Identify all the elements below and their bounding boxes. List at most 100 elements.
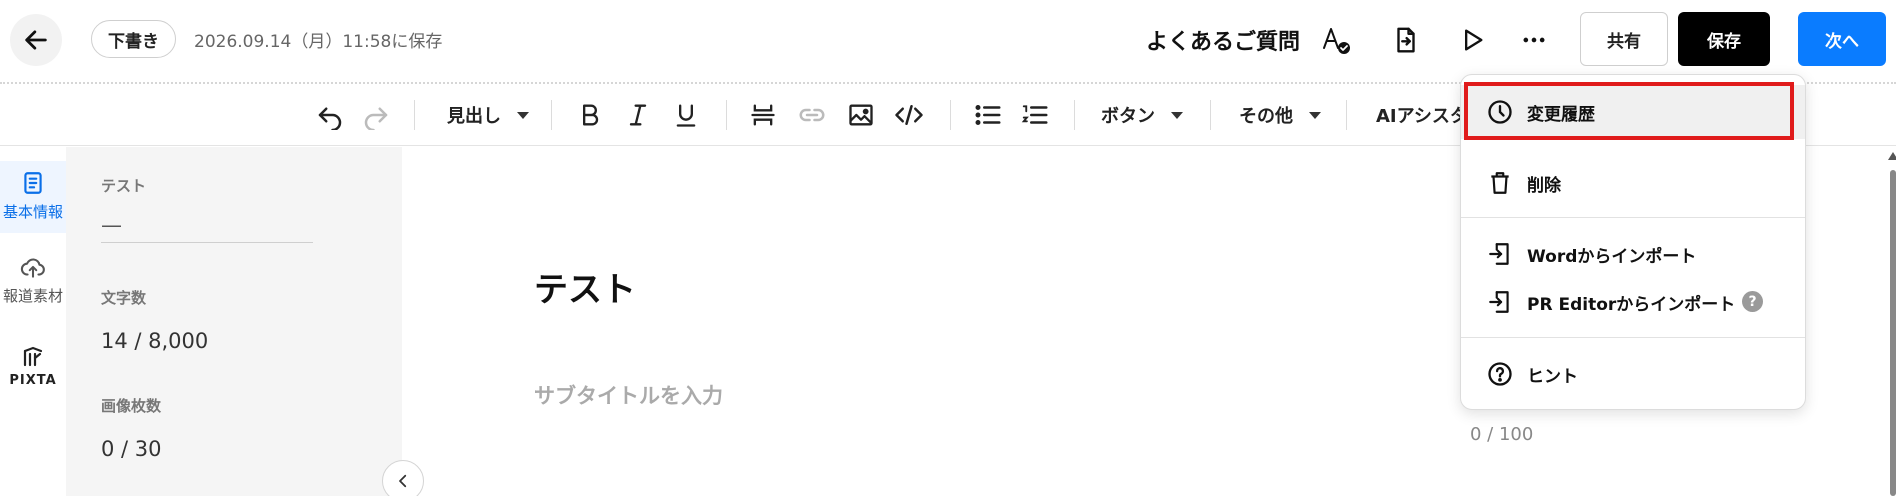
spellcheck-icon xyxy=(1319,23,1353,57)
image-count-label: 画像枚数 xyxy=(101,397,162,415)
char-count-label: 文字数 xyxy=(101,289,147,307)
toolbar-separator xyxy=(950,100,951,130)
ai-assistant-label: AIアシスタ xyxy=(1376,106,1460,127)
subtitle-char-counter: 0 / 100 xyxy=(1470,424,1534,445)
page-title: よくあるご質問 xyxy=(1146,30,1301,55)
document-title[interactable]: テスト xyxy=(534,262,636,311)
menu-item-label: Wordからインポート xyxy=(1527,246,1697,267)
help-circle-icon xyxy=(1485,359,1515,389)
back-arrow-icon xyxy=(22,26,50,54)
numbered-list-icon xyxy=(1020,100,1050,130)
toolbar-separator xyxy=(1210,100,1211,130)
scroll-up-arrow[interactable] xyxy=(1888,152,1896,160)
toolbar-separator xyxy=(414,100,415,130)
menu-item-label: PR Editorからインポート xyxy=(1527,294,1736,315)
rail-label: 報道素材 xyxy=(2,287,63,305)
redo-icon xyxy=(361,100,391,130)
code-icon xyxy=(893,100,925,130)
other-dropdown[interactable]: その他 xyxy=(1238,94,1322,136)
collapse-panel-button[interactable] xyxy=(382,460,424,496)
rail-item-pixta[interactable]: PIXTA xyxy=(0,335,66,407)
save-button[interactable]: 保存 xyxy=(1678,12,1770,66)
menu-item-import-word[interactable]: Wordからインポート xyxy=(1461,227,1805,281)
spellcheck-button[interactable] xyxy=(1314,18,1358,62)
chevron-down-icon xyxy=(1171,111,1183,119)
preview-button[interactable] xyxy=(1450,18,1494,62)
back-button[interactable] xyxy=(10,14,62,66)
code-button[interactable] xyxy=(889,94,929,136)
button-insert-dropdown[interactable]: ボタン xyxy=(1100,94,1184,136)
next-button[interactable]: 次へ xyxy=(1798,12,1886,66)
heading-dropdown-label: 見出し xyxy=(447,106,501,127)
rail-item-press-materials[interactable]: 報道素材 xyxy=(0,247,66,319)
link-icon xyxy=(797,100,827,130)
toolbar-separator xyxy=(1346,100,1347,130)
test-label: テスト xyxy=(101,177,147,195)
test-value: — xyxy=(101,213,122,237)
underline-button[interactable] xyxy=(666,94,706,136)
bold-button[interactable] xyxy=(570,94,610,136)
ai-assistant-button[interactable]: AIアシスタ xyxy=(1376,94,1460,136)
image-button[interactable] xyxy=(841,94,881,136)
menu-item-history[interactable]: 変更履歴 xyxy=(1461,85,1805,139)
draft-status-badge: 下書き xyxy=(91,20,176,58)
test-underline xyxy=(101,242,313,243)
menu-separator xyxy=(1461,337,1805,338)
preview-play-icon xyxy=(1458,26,1486,54)
divider-button[interactable] xyxy=(743,94,783,136)
import-icon xyxy=(1485,239,1515,269)
bullet-list-button[interactable] xyxy=(968,94,1008,136)
rail-label: PIXTA xyxy=(9,373,57,388)
chevron-down-icon xyxy=(517,111,529,119)
button-dropdown-label: ボタン xyxy=(1101,106,1155,127)
undo-icon xyxy=(315,100,345,130)
toolbar-separator xyxy=(1074,100,1075,130)
undo-button[interactable] xyxy=(310,94,350,136)
more-options-menu: 変更履歴 削除 Wordからインポート PR Editorからインポート ヒント xyxy=(1460,74,1806,410)
app-header: 下書き 2026.09.14（月）11:58に保存 よくあるご質問 共有 保存 … xyxy=(0,0,1896,82)
image-count-value: 0 / 30 xyxy=(101,437,162,461)
toolbar-separator xyxy=(551,100,552,130)
menu-separator xyxy=(1461,217,1805,218)
image-icon xyxy=(847,101,875,129)
more-icon xyxy=(1520,26,1548,54)
char-count-value: 14 / 8,000 xyxy=(101,329,209,353)
pixta-logo-icon xyxy=(20,345,46,369)
heading-dropdown[interactable]: 見出し xyxy=(446,94,530,136)
left-rail: 基本情報 報道素材 PIXTA xyxy=(0,147,66,496)
history-clock-icon xyxy=(1485,97,1515,127)
share-button[interactable]: 共有 xyxy=(1580,12,1668,66)
export-icon xyxy=(1391,25,1421,55)
menu-item-label: 削除 xyxy=(1527,175,1561,196)
more-button[interactable] xyxy=(1512,18,1556,62)
upload-cloud-icon xyxy=(19,255,47,281)
menu-item-label: 変更履歴 xyxy=(1527,104,1595,125)
import-icon xyxy=(1485,287,1515,317)
italic-icon xyxy=(624,100,652,130)
rail-item-basic-info[interactable]: 基本情報 xyxy=(0,161,66,233)
redo-button[interactable] xyxy=(356,94,396,136)
subtitle-input-placeholder[interactable]: サブタイトルを入力 xyxy=(534,380,723,410)
bold-icon xyxy=(576,100,604,130)
bullet-list-icon xyxy=(973,100,1003,130)
chevron-down-icon xyxy=(1309,111,1321,119)
other-dropdown-label: その他 xyxy=(1239,106,1293,127)
divider-icon xyxy=(749,100,777,130)
chevron-left-icon xyxy=(394,472,412,490)
vertical-scrollbar[interactable] xyxy=(1890,170,1896,496)
menu-item-delete[interactable]: 削除 xyxy=(1461,156,1805,210)
numbered-list-button[interactable] xyxy=(1015,94,1055,136)
info-panel: テスト — 文字数 14 / 8,000 画像枚数 0 / 30 xyxy=(66,147,402,496)
help-badge-icon[interactable]: ? xyxy=(1742,291,1763,312)
link-button[interactable] xyxy=(792,94,832,136)
italic-button[interactable] xyxy=(618,94,658,136)
menu-item-label: ヒント xyxy=(1527,366,1578,387)
menu-item-hint[interactable]: ヒント xyxy=(1461,347,1805,401)
toolbar-separator xyxy=(726,100,727,130)
document-icon xyxy=(20,169,46,197)
last-saved-time: 2026.09.14（月）11:58に保存 xyxy=(194,32,443,52)
rail-label: 基本情報 xyxy=(2,203,63,221)
export-button[interactable] xyxy=(1384,18,1428,62)
trash-icon xyxy=(1485,168,1515,198)
underline-icon xyxy=(672,100,700,130)
